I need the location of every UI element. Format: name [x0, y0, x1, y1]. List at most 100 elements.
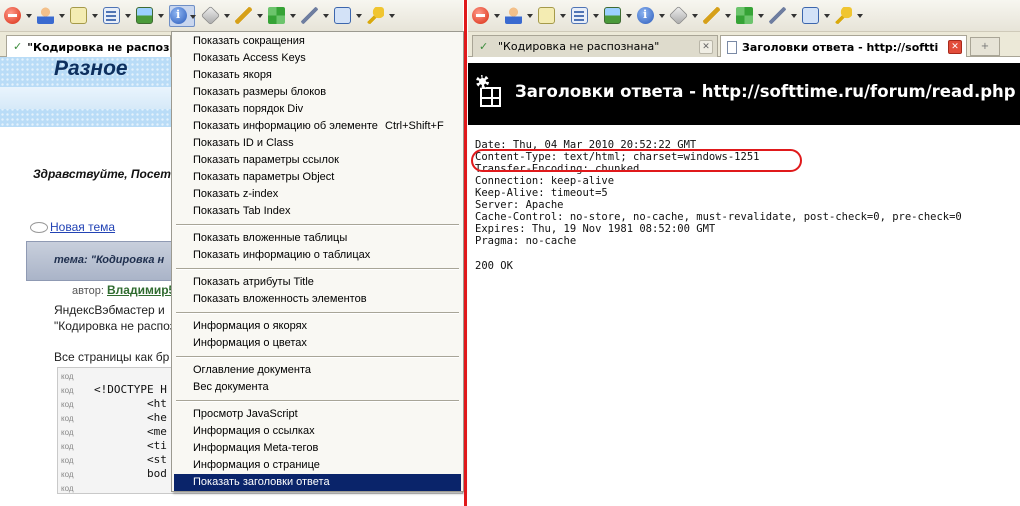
- close-tab-icon[interactable]: ✕: [948, 40, 962, 54]
- menu-item[interactable]: Показать Tab Index: [174, 203, 461, 220]
- menu-item-label: Показать ID и Class: [193, 137, 294, 149]
- menu-item[interactable]: Показать якоря: [174, 67, 461, 84]
- menu-item-label: Показать сокращения: [193, 35, 305, 47]
- header-line: Pragma: no-cache: [475, 235, 577, 247]
- new-topic-link[interactable]: Новая тема: [30, 220, 115, 234]
- menu-item[interactable]: Информация Meta-тегов: [174, 440, 461, 457]
- menu-item[interactable]: Показать вложенные таблицы: [174, 230, 461, 247]
- header-line: Server: Apache: [475, 199, 564, 211]
- new-tab-button[interactable]: +: [970, 37, 1000, 56]
- menu-item[interactable]: Показать параметры Object: [174, 169, 461, 186]
- person-button[interactable]: [505, 5, 533, 27]
- menu-item-label: Вес документа: [193, 381, 269, 393]
- menu-item[interactable]: Показать сокращения: [174, 33, 461, 50]
- stop-button[interactable]: [472, 5, 500, 27]
- dropdown-arrow-icon: [560, 13, 566, 18]
- menu-item[interactable]: Показать информацию об элементе Ctrl+Shif…: [174, 118, 461, 135]
- menu-item[interactable]: Показать атрибуты Title: [174, 274, 461, 291]
- dropdown-arrow-icon: [857, 13, 863, 18]
- menu-item[interactable]: Показать Access Keys: [174, 50, 461, 67]
- speech-bubble-icon: [30, 221, 48, 233]
- code-line: <st: [94, 453, 167, 466]
- wrench-icon: [769, 7, 786, 24]
- form-button[interactable]: [103, 5, 131, 27]
- dropdown-arrow-icon: [323, 13, 329, 18]
- page-title: Заголовки ответа - http://softtime.ru/fo…: [515, 82, 1016, 101]
- menu-item-label: Показать параметры ссылок: [193, 154, 339, 166]
- dropdown-arrow-icon: [626, 13, 632, 18]
- image-button[interactable]: [136, 5, 164, 27]
- card-button[interactable]: [538, 5, 566, 27]
- arrows-icon: [268, 7, 285, 24]
- code-gutter: код: [61, 470, 74, 479]
- brush-button[interactable]: [235, 5, 263, 27]
- menu-item[interactable]: Показать информацию о таблицах: [174, 247, 461, 264]
- form-button[interactable]: [571, 5, 599, 27]
- card-button[interactable]: [70, 5, 98, 27]
- dropdown-arrow-icon: [758, 13, 764, 18]
- menu-item-label: Оглавление документа: [193, 364, 312, 376]
- left-toolbar: [0, 0, 463, 32]
- menu-item-label: Показать вложенность элементов: [193, 293, 367, 305]
- menu-item[interactable]: Показать порядок Div: [174, 101, 461, 118]
- brush-icon: [235, 7, 252, 24]
- dropdown-arrow-icon: [725, 13, 731, 18]
- post-line: ЯндексВэбмастер и: [54, 303, 165, 317]
- new-topic-label[interactable]: Новая тема: [50, 220, 115, 234]
- menu-item[interactable]: Показать z-index: [174, 186, 461, 203]
- menu-item[interactable]: Информация о цветах: [174, 335, 461, 352]
- cube-button[interactable]: [668, 5, 698, 27]
- menu-item[interactable]: Информация о якорях: [174, 318, 461, 335]
- resize-button[interactable]: [736, 5, 764, 27]
- menu-item[interactable]: Вес документа: [174, 379, 461, 396]
- menu-item[interactable]: Информация о странице: [174, 457, 461, 474]
- brush-button[interactable]: [703, 5, 731, 27]
- response-headers-page: Заголовки ответа - http://softtime.ru/fo…: [468, 57, 1020, 506]
- key-button[interactable]: [367, 5, 395, 27]
- close-tab-icon[interactable]: ✕: [699, 40, 713, 54]
- menu-item[interactable]: Показать ID и Class: [174, 135, 461, 152]
- dropdown-arrow-icon: [791, 13, 797, 18]
- menu-item[interactable]: Оглавление документа: [174, 362, 461, 379]
- right-tab-bar: ✓ "Кодировка не распознана" ✕ Заголовки …: [468, 32, 1020, 58]
- image-icon: [604, 7, 621, 24]
- menu-item[interactable]: Просмотр JavaScript: [174, 406, 461, 423]
- code-line: <ht: [94, 397, 167, 410]
- resize-button[interactable]: [268, 5, 296, 27]
- info-dropdown-menu: Показать сокращения Показать Access Keys…: [171, 31, 464, 492]
- form-icon: [103, 7, 120, 24]
- tab-encoding[interactable]: ✓ "Кодировка не распознана": [6, 35, 171, 58]
- menu-item[interactable]: Показать вложенность элементов: [174, 291, 461, 308]
- info-button[interactable]: [169, 4, 196, 27]
- dropdown-arrow-icon: [824, 13, 830, 18]
- window-button[interactable]: [802, 5, 830, 27]
- window-icon: [334, 7, 351, 24]
- tools-button[interactable]: [301, 5, 329, 27]
- menu-item-label: Показать Access Keys: [193, 52, 306, 64]
- dropdown-arrow-icon: [692, 13, 698, 18]
- tab-encoding[interactable]: ✓ "Кодировка не распознана" ✕: [472, 35, 718, 57]
- menu-item[interactable]: Показать размеры блоков: [174, 84, 461, 101]
- menu-item-selected[interactable]: Показать заголовки ответа: [174, 474, 461, 491]
- tab-title: Заголовки ответа - http://softti: [742, 40, 939, 54]
- tools-button[interactable]: [769, 5, 797, 27]
- window-button[interactable]: [334, 5, 362, 27]
- page-icon: [727, 40, 737, 54]
- cube-button[interactable]: [200, 5, 230, 27]
- dropdown-arrow-icon: [389, 13, 395, 18]
- menu-item-label: Показать параметры Object: [193, 171, 335, 183]
- arrows-icon: [736, 7, 753, 24]
- person-button[interactable]: [37, 5, 65, 27]
- menu-item[interactable]: Показать параметры ссылок: [174, 152, 461, 169]
- card-icon: [538, 7, 555, 24]
- info-button[interactable]: [637, 5, 665, 27]
- header-line: Connection: keep-alive: [475, 175, 615, 187]
- checkmark-icon: ✓: [479, 39, 489, 53]
- image-button[interactable]: [604, 5, 632, 27]
- stop-button[interactable]: [4, 5, 32, 27]
- stop-icon: [4, 7, 21, 24]
- banner-title: Разное: [54, 57, 128, 80]
- tab-response-headers[interactable]: Заголовки ответа - http://softti ✕: [720, 35, 967, 58]
- menu-item[interactable]: Информация о ссылках: [174, 423, 461, 440]
- key-button[interactable]: [835, 5, 863, 27]
